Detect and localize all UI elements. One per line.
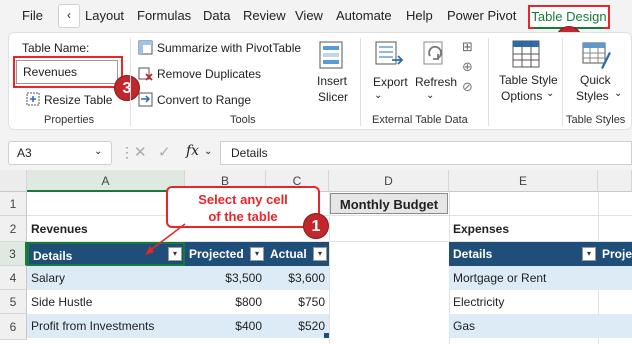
quick-styles-label-2[interactable]: Styles bbox=[576, 89, 609, 103]
ribbon-separator bbox=[488, 38, 489, 126]
enter-icon[interactable]: ✓ bbox=[158, 143, 171, 161]
filter-dropdown-icon[interactable]: ▾ bbox=[313, 247, 327, 261]
expenses-title[interactable]: Expenses bbox=[449, 217, 598, 241]
pivot-table-icon bbox=[138, 40, 153, 55]
insert-slicer-icon bbox=[318, 40, 346, 70]
export-button[interactable]: Export bbox=[373, 75, 408, 89]
revenue-details-cell[interactable]: Salary bbox=[27, 266, 185, 290]
name-box-chevron-icon[interactable]: ⌄ bbox=[94, 146, 102, 157]
expense-details-cell[interactable]: Electricity bbox=[449, 290, 632, 314]
row-header-5[interactable]: 5 bbox=[0, 290, 27, 314]
expense-details-cell[interactable]: Mortgage or Rent bbox=[449, 266, 632, 290]
tab-power-pivot[interactable]: Power Pivot bbox=[447, 8, 516, 23]
quick-styles-chevron-icon: ⌄ bbox=[614, 88, 623, 99]
unlink-icon[interactable]: ⊘ bbox=[462, 80, 473, 95]
properties-icon[interactable]: ⊞ bbox=[462, 40, 473, 55]
insert-slicer-label-1[interactable]: Insert bbox=[317, 74, 347, 88]
properties-group-label: Properties bbox=[44, 114, 95, 126]
table-style-options-label-1[interactable]: Table Style bbox=[499, 73, 558, 87]
convert-to-range-button[interactable]: Convert to Range bbox=[157, 93, 251, 107]
quick-styles-icon bbox=[582, 40, 612, 70]
column-header-e[interactable]: E bbox=[449, 170, 598, 192]
more-options-icon: ⋮ bbox=[120, 144, 134, 160]
revenue-actual-cell[interactable]: $520 bbox=[266, 314, 329, 338]
callout-line-1: Select any cell bbox=[198, 192, 288, 207]
table-style-options-chevron-icon: ⌄ bbox=[546, 88, 555, 99]
row-header-2[interactable]: 2 bbox=[0, 216, 27, 242]
monthly-budget-title[interactable]: Monthly Budget bbox=[330, 193, 448, 214]
ribbon-separator bbox=[360, 38, 361, 126]
column-header-a[interactable]: A bbox=[27, 170, 185, 192]
summarize-pivot-button[interactable]: Summarize with PivotTable bbox=[157, 41, 301, 55]
export-chevron-icon: ⌄ bbox=[374, 90, 383, 101]
insert-function-icon[interactable]: fx bbox=[186, 143, 199, 159]
tab-data[interactable]: Data bbox=[203, 8, 230, 23]
formula-input[interactable]: Details bbox=[220, 141, 632, 165]
table-style-options-label-2[interactable]: Options bbox=[501, 89, 542, 103]
refresh-icon bbox=[420, 40, 450, 70]
resize-table-icon bbox=[26, 92, 40, 106]
convert-range-icon bbox=[138, 92, 153, 107]
tab-formulas[interactable]: Formulas bbox=[137, 8, 191, 23]
open-in-browser-icon[interactable]: ⊕ bbox=[462, 60, 473, 75]
insert-slicer-label-2[interactable]: Slicer bbox=[318, 90, 348, 104]
tab-review[interactable]: Review bbox=[243, 8, 286, 23]
scroll-tabs-left-button[interactable]: ‹ bbox=[58, 4, 80, 28]
column-header-f[interactable] bbox=[598, 170, 632, 192]
revenue-actual-cell[interactable]: $750 bbox=[266, 290, 329, 314]
refresh-button[interactable]: Refresh bbox=[415, 75, 457, 89]
tools-group-label: Tools bbox=[230, 114, 256, 126]
remove-duplicates-icon bbox=[138, 66, 153, 81]
step-badge-1: 1 bbox=[303, 213, 329, 239]
remove-duplicates-button[interactable]: Remove Duplicates bbox=[157, 67, 261, 81]
filter-dropdown-icon[interactable]: ▾ bbox=[250, 247, 264, 261]
gridline bbox=[329, 192, 330, 344]
row-header-1[interactable]: 1 bbox=[0, 192, 27, 216]
expenses-header-details[interactable]: Details bbox=[449, 242, 598, 266]
revenue-projected-cell[interactable]: $3,500 bbox=[185, 266, 266, 290]
tab-file[interactable]: File bbox=[22, 8, 43, 23]
table-name-label: Table Name: bbox=[22, 41, 90, 55]
column-header-d[interactable]: D bbox=[329, 170, 449, 192]
expense-details-cell[interactable]: Gas bbox=[449, 314, 632, 338]
ribbon-separator bbox=[130, 38, 131, 126]
filter-dropdown-icon[interactable]: ▾ bbox=[582, 247, 596, 261]
callout-pointer-arrow bbox=[145, 223, 186, 255]
revenue-details-cell[interactable]: Profit from Investments bbox=[27, 314, 185, 338]
quick-styles-label-1[interactable]: Quick bbox=[580, 73, 611, 87]
row-header-6[interactable]: 6 bbox=[0, 314, 27, 340]
revenue-actual-cell[interactable]: $3,600 bbox=[266, 266, 329, 290]
row-header-3[interactable]: 3 bbox=[0, 242, 27, 266]
revenue-details-cell[interactable]: Side Hustle bbox=[27, 290, 185, 314]
refresh-chevron-icon: ⌄ bbox=[426, 90, 435, 101]
select-all-corner[interactable] bbox=[0, 170, 27, 192]
tab-layout[interactable]: Layout bbox=[85, 8, 124, 23]
tab-view[interactable]: View bbox=[295, 8, 323, 23]
export-icon bbox=[374, 40, 404, 70]
ribbon-separator bbox=[562, 38, 563, 126]
tab-help[interactable]: Help bbox=[406, 8, 433, 23]
external-table-data-group-label: External Table Data bbox=[372, 114, 468, 126]
table-resize-handle[interactable] bbox=[324, 333, 329, 338]
row-header-4[interactable]: 4 bbox=[0, 266, 27, 290]
table-styles-group-label: Table Styles bbox=[566, 114, 626, 126]
tab-automate[interactable]: Automate bbox=[336, 8, 392, 23]
fx-chevron-icon: ⌄ bbox=[204, 146, 213, 157]
table-name-highlight bbox=[13, 56, 123, 88]
expenses-header-projected[interactable]: Proje bbox=[598, 242, 632, 266]
table-style-options-icon bbox=[512, 40, 540, 68]
step-badge-3: 3 bbox=[114, 75, 140, 101]
resize-table-button[interactable]: Resize Table bbox=[44, 93, 112, 107]
cancel-icon[interactable]: ✕ bbox=[134, 143, 147, 161]
revenue-projected-cell[interactable]: $400 bbox=[185, 314, 266, 338]
revenue-projected-cell[interactable]: $800 bbox=[185, 290, 266, 314]
